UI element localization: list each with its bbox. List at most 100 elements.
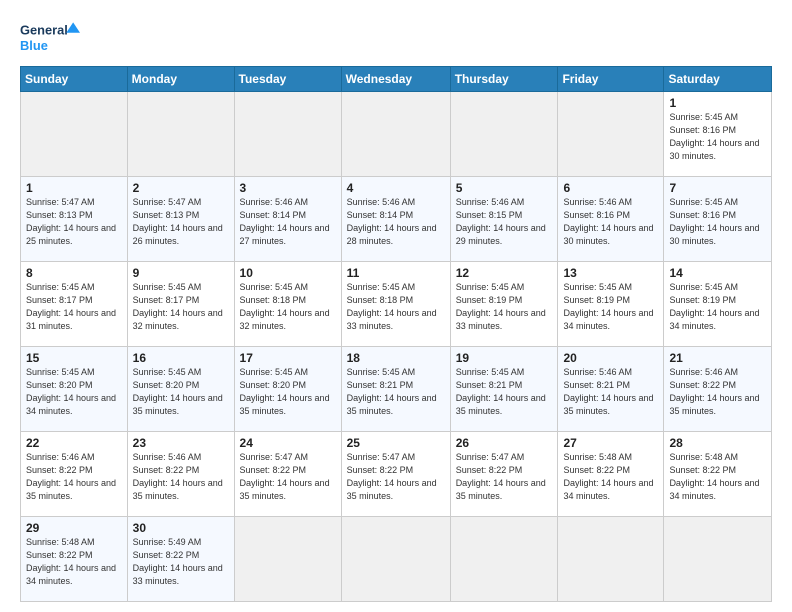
day-info: Sunrise: 5:47 AMSunset: 8:22 PMDaylight:… [456,452,546,501]
calendar-day-header: Monday [127,67,234,92]
calendar-day-cell [341,92,450,177]
day-number: 24 [240,436,336,450]
calendar-day-cell: 10 Sunrise: 5:45 AMSunset: 8:18 PMDaylig… [234,262,341,347]
day-info: Sunrise: 5:46 AMSunset: 8:16 PMDaylight:… [563,197,653,246]
day-number: 5 [456,181,553,195]
calendar-day-cell [664,517,772,602]
day-info: Sunrise: 5:48 AMSunset: 8:22 PMDaylight:… [669,452,759,501]
calendar-day-header: Friday [558,67,664,92]
day-number: 11 [347,266,445,280]
calendar-day-cell [234,92,341,177]
calendar-day-cell: 14 Sunrise: 5:45 AMSunset: 8:19 PMDaylig… [664,262,772,347]
day-number: 17 [240,351,336,365]
day-number: 19 [456,351,553,365]
calendar-day-cell: 11 Sunrise: 5:45 AMSunset: 8:18 PMDaylig… [341,262,450,347]
day-info: Sunrise: 5:47 AMSunset: 8:22 PMDaylight:… [347,452,437,501]
calendar-day-cell: 30 Sunrise: 5:49 AMSunset: 8:22 PMDaylig… [127,517,234,602]
day-number: 16 [133,351,229,365]
calendar-week-row: 8 Sunrise: 5:45 AMSunset: 8:17 PMDayligh… [21,262,772,347]
day-number: 23 [133,436,229,450]
calendar-day-header: Thursday [450,67,558,92]
calendar-week-row: 29 Sunrise: 5:48 AMSunset: 8:22 PMDaylig… [21,517,772,602]
day-info: Sunrise: 5:45 AMSunset: 8:17 PMDaylight:… [26,282,116,331]
day-info: Sunrise: 5:45 AMSunset: 8:18 PMDaylight:… [240,282,330,331]
calendar-week-row: 15 Sunrise: 5:45 AMSunset: 8:20 PMDaylig… [21,347,772,432]
calendar-day-cell: 12 Sunrise: 5:45 AMSunset: 8:19 PMDaylig… [450,262,558,347]
day-info: Sunrise: 5:49 AMSunset: 8:22 PMDaylight:… [133,537,223,586]
day-info: Sunrise: 5:45 AMSunset: 8:19 PMDaylight:… [563,282,653,331]
calendar-day-header: Sunday [21,67,128,92]
calendar-day-cell: 9 Sunrise: 5:45 AMSunset: 8:17 PMDayligh… [127,262,234,347]
day-info: Sunrise: 5:45 AMSunset: 8:19 PMDaylight:… [669,282,759,331]
calendar-week-row: 22 Sunrise: 5:46 AMSunset: 8:22 PMDaylig… [21,432,772,517]
day-info: Sunrise: 5:46 AMSunset: 8:22 PMDaylight:… [133,452,223,501]
day-info: Sunrise: 5:46 AMSunset: 8:14 PMDaylight:… [240,197,330,246]
calendar-table: SundayMondayTuesdayWednesdayThursdayFrid… [20,66,772,602]
calendar-day-cell: 20 Sunrise: 5:46 AMSunset: 8:21 PMDaylig… [558,347,664,432]
day-info: Sunrise: 5:46 AMSunset: 8:14 PMDaylight:… [347,197,437,246]
calendar-page: General Blue SundayMondayTuesdayWednesda… [0,0,792,612]
calendar-day-cell: 7 Sunrise: 5:45 AMSunset: 8:16 PMDayligh… [664,177,772,262]
calendar-week-row: 1 Sunrise: 5:47 AMSunset: 8:13 PMDayligh… [21,177,772,262]
day-info: Sunrise: 5:48 AMSunset: 8:22 PMDaylight:… [26,537,116,586]
calendar-day-cell [558,92,664,177]
calendar-day-cell: 13 Sunrise: 5:45 AMSunset: 8:19 PMDaylig… [558,262,664,347]
calendar-day-cell: 23 Sunrise: 5:46 AMSunset: 8:22 PMDaylig… [127,432,234,517]
day-info: Sunrise: 5:47 AMSunset: 8:13 PMDaylight:… [26,197,116,246]
calendar-day-cell: 25 Sunrise: 5:47 AMSunset: 8:22 PMDaylig… [341,432,450,517]
calendar-day-cell [450,92,558,177]
day-number: 21 [669,351,766,365]
day-info: Sunrise: 5:47 AMSunset: 8:22 PMDaylight:… [240,452,330,501]
page-header: General Blue [20,18,772,56]
calendar-day-cell: 19 Sunrise: 5:45 AMSunset: 8:21 PMDaylig… [450,347,558,432]
calendar-day-cell: 1 Sunrise: 5:47 AMSunset: 8:13 PMDayligh… [21,177,128,262]
day-number: 13 [563,266,658,280]
calendar-day-header: Wednesday [341,67,450,92]
day-info: Sunrise: 5:45 AMSunset: 8:20 PMDaylight:… [240,367,330,416]
day-number: 9 [133,266,229,280]
calendar-day-cell: 16 Sunrise: 5:45 AMSunset: 8:20 PMDaylig… [127,347,234,432]
calendar-day-cell: 26 Sunrise: 5:47 AMSunset: 8:22 PMDaylig… [450,432,558,517]
calendar-day-cell: 24 Sunrise: 5:47 AMSunset: 8:22 PMDaylig… [234,432,341,517]
calendar-day-cell: 17 Sunrise: 5:45 AMSunset: 8:20 PMDaylig… [234,347,341,432]
calendar-week-row: 1 Sunrise: 5:45 AMSunset: 8:16 PMDayligh… [21,92,772,177]
day-info: Sunrise: 5:45 AMSunset: 8:19 PMDaylight:… [456,282,546,331]
calendar-day-cell: 22 Sunrise: 5:46 AMSunset: 8:22 PMDaylig… [21,432,128,517]
day-number: 7 [669,181,766,195]
day-number: 14 [669,266,766,280]
calendar-day-header: Tuesday [234,67,341,92]
day-info: Sunrise: 5:45 AMSunset: 8:20 PMDaylight:… [133,367,223,416]
calendar-day-cell: 15 Sunrise: 5:45 AMSunset: 8:20 PMDaylig… [21,347,128,432]
day-info: Sunrise: 5:45 AMSunset: 8:21 PMDaylight:… [347,367,437,416]
day-info: Sunrise: 5:48 AMSunset: 8:22 PMDaylight:… [563,452,653,501]
calendar-day-cell [558,517,664,602]
day-info: Sunrise: 5:45 AMSunset: 8:21 PMDaylight:… [456,367,546,416]
day-number: 4 [347,181,445,195]
day-info: Sunrise: 5:46 AMSunset: 8:21 PMDaylight:… [563,367,653,416]
day-info: Sunrise: 5:46 AMSunset: 8:15 PMDaylight:… [456,197,546,246]
day-info: Sunrise: 5:45 AMSunset: 8:20 PMDaylight:… [26,367,116,416]
logo: General Blue [20,18,80,56]
day-number: 22 [26,436,122,450]
day-number: 29 [26,521,122,535]
calendar-day-cell: 1 Sunrise: 5:45 AMSunset: 8:16 PMDayligh… [664,92,772,177]
day-info: Sunrise: 5:45 AMSunset: 8:16 PMDaylight:… [669,197,759,246]
svg-text:Blue: Blue [20,38,48,53]
day-number: 28 [669,436,766,450]
calendar-day-cell [341,517,450,602]
calendar-day-cell [21,92,128,177]
calendar-day-header: Saturday [664,67,772,92]
calendar-day-cell [234,517,341,602]
day-number: 12 [456,266,553,280]
day-info: Sunrise: 5:45 AMSunset: 8:18 PMDaylight:… [347,282,437,331]
calendar-day-cell: 4 Sunrise: 5:46 AMSunset: 8:14 PMDayligh… [341,177,450,262]
day-number: 20 [563,351,658,365]
calendar-day-cell: 29 Sunrise: 5:48 AMSunset: 8:22 PMDaylig… [21,517,128,602]
day-number: 25 [347,436,445,450]
day-number: 30 [133,521,229,535]
calendar-day-cell: 2 Sunrise: 5:47 AMSunset: 8:13 PMDayligh… [127,177,234,262]
day-number: 1 [669,96,766,110]
day-number: 10 [240,266,336,280]
day-number: 3 [240,181,336,195]
day-number: 6 [563,181,658,195]
